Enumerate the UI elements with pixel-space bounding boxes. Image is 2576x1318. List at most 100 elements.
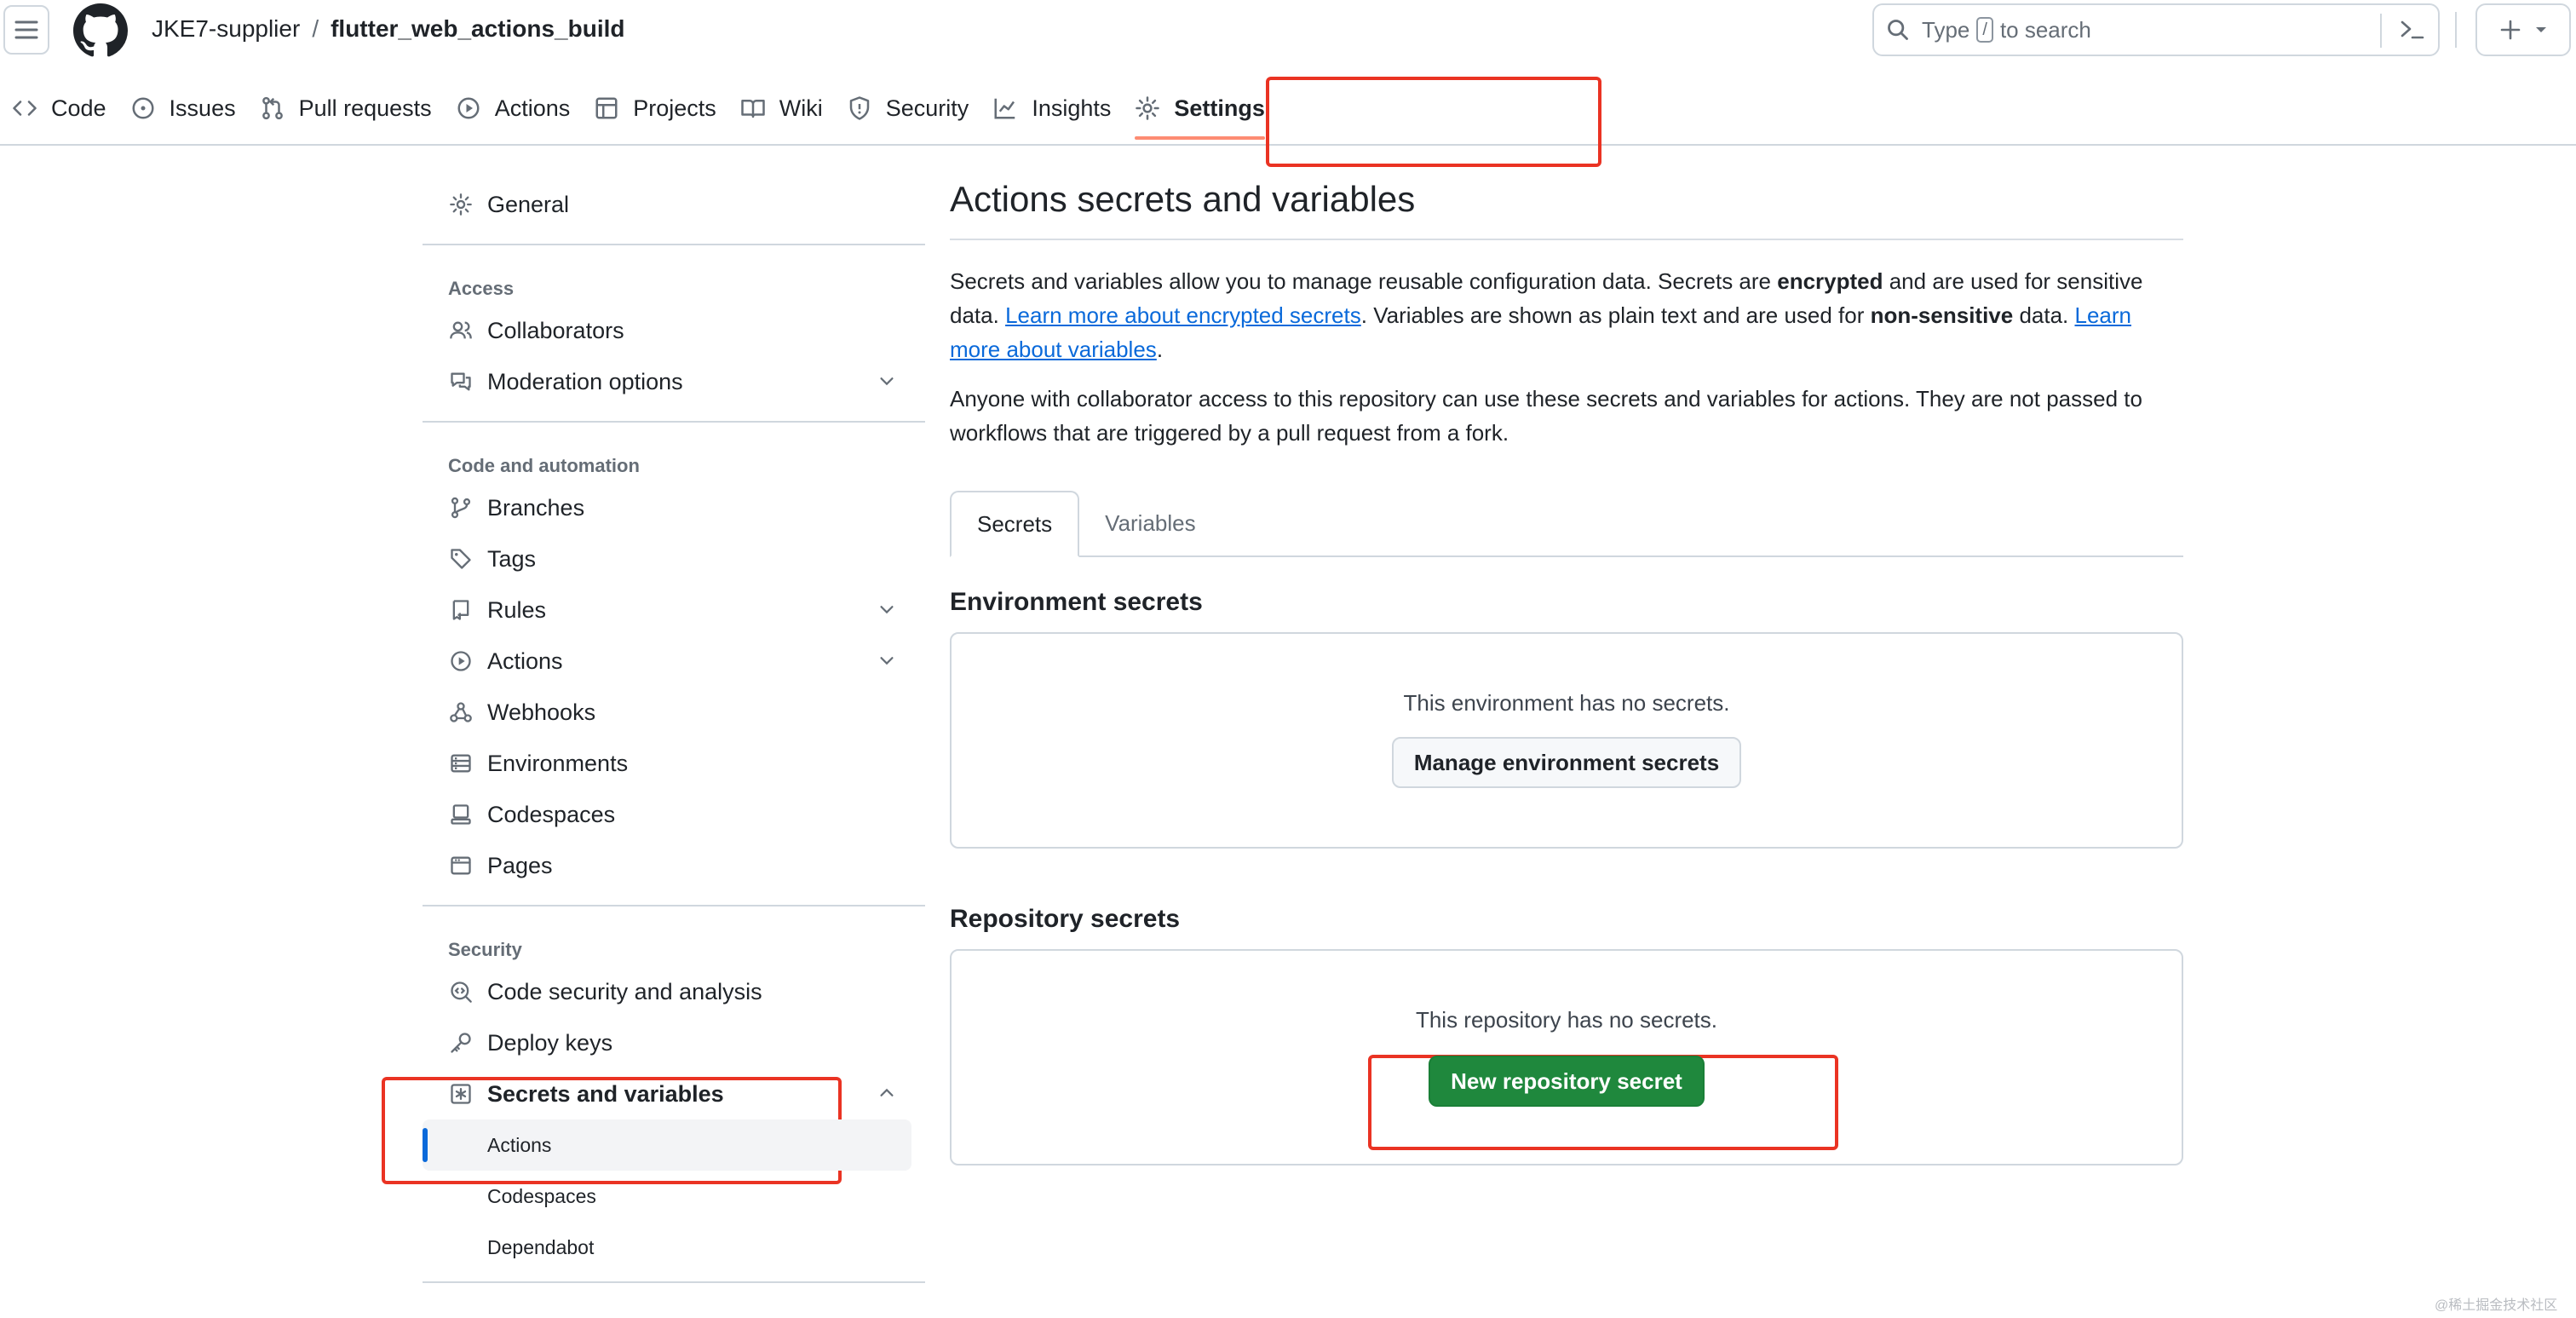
sidebar-heading-access: Access: [448, 278, 515, 299]
sidebar-item-label: Collaborators: [487, 317, 624, 343]
tab-insights-label: Insights: [1032, 95, 1112, 121]
sidebar-divider: [423, 421, 925, 423]
sidebar-item-code-security[interactable]: Code security and analysis: [423, 966, 925, 1017]
tab-issues[interactable]: Issues: [118, 78, 248, 138]
browser-icon: [448, 853, 474, 878]
repository-secrets-box: This repository has no secrets. New repo…: [950, 949, 2183, 1165]
tab-issues-label: Issues: [169, 95, 236, 121]
people-icon: [448, 318, 474, 343]
tab-security-label: Security: [885, 95, 969, 121]
tab-pull-requests-label: Pull requests: [298, 95, 432, 121]
sidebar-item-moderation[interactable]: Moderation options: [423, 356, 925, 407]
sidebar-subitem-label: Actions: [487, 1133, 552, 1156]
codespaces-icon: [448, 802, 474, 827]
key-icon: [448, 1030, 474, 1056]
tab-actions[interactable]: Actions: [444, 78, 583, 138]
search-input[interactable]: Type / to search: [1872, 3, 2440, 56]
sidebar-item-actions[interactable]: Actions: [423, 636, 925, 687]
new-repository-secret-button[interactable]: New repository secret: [1429, 1056, 1705, 1107]
description-text: Secrets and variables allow you to manag…: [950, 268, 1778, 294]
sidebar-item-tags[interactable]: Tags: [423, 533, 925, 584]
tab-projects[interactable]: Projects: [582, 78, 728, 138]
codescan-icon: [448, 979, 474, 1004]
git-branch-icon: [448, 495, 474, 521]
manage-environment-secrets-button[interactable]: Manage environment secrets: [1391, 737, 1742, 788]
tab-actions-label: Actions: [494, 95, 571, 121]
sidebar-item-environments[interactable]: Environments: [423, 738, 925, 789]
sidebar-item-codespaces[interactable]: Codespaces: [423, 789, 925, 840]
description-text: data.: [2013, 302, 2075, 328]
tab-projects-label: Projects: [633, 95, 716, 121]
menu-button[interactable]: [3, 5, 49, 55]
repo-tabs: Code Issues Pull requests Actions Projec…: [0, 78, 1277, 145]
sidebar-item-collaborators[interactable]: Collaborators: [423, 305, 925, 356]
github-logo-icon[interactable]: [73, 3, 128, 58]
sidebar-item-label: General: [487, 191, 570, 217]
key-asterisk-icon: [448, 1081, 474, 1107]
repo-name-link[interactable]: flutter_web_actions_build: [331, 15, 624, 43]
search-placeholder: Type / to search: [1922, 17, 2091, 43]
tab-secrets[interactable]: Secrets: [950, 491, 1080, 557]
description-text: .: [1156, 337, 1164, 362]
graph-icon: [994, 98, 1015, 119]
sidebar-subitem-codespaces[interactable]: Codespaces: [423, 1171, 925, 1222]
tab-variables[interactable]: Variables: [1079, 491, 1221, 555]
sidebar-item-general[interactable]: General: [423, 179, 925, 230]
issue-opened-icon: [132, 97, 154, 119]
secrets-variables-tabs: Secrets Variables: [950, 491, 2183, 557]
gear-icon: [448, 192, 474, 217]
breadcrumb-separator: /: [312, 15, 319, 42]
sidebar-divider: [423, 244, 925, 245]
sidebar-item-label: Secrets and variables: [487, 1080, 724, 1107]
tab-pull-requests[interactable]: Pull requests: [248, 78, 444, 138]
chevron-down-icon: [880, 606, 894, 614]
sidebar-item-label: Codespaces: [487, 801, 616, 827]
tab-settings-label: Settings: [1174, 95, 1265, 121]
sidebar-item-webhooks[interactable]: Webhooks: [423, 687, 925, 738]
tab-wiki[interactable]: Wiki: [728, 78, 835, 138]
sidebar-divider: [423, 905, 925, 906]
description-text: . Variables are shown as plain text and …: [1360, 302, 1871, 328]
main-content: Actions secrets and variables Secrets an…: [950, 179, 2183, 1165]
environment-empty-message: This environment has no secrets.: [1403, 690, 1730, 716]
create-new-button[interactable]: [2475, 3, 2571, 56]
tab-security[interactable]: Security: [835, 78, 981, 138]
sidebar-subitem-label: Dependabot: [487, 1235, 595, 1258]
search-icon: [1888, 20, 1908, 40]
search-shortcut-key: /: [1976, 17, 1993, 43]
encrypted-secrets-link[interactable]: Learn more about encrypted secrets: [1005, 302, 1361, 328]
shield-icon: [849, 96, 870, 120]
sidebar-item-deploy-keys[interactable]: Deploy keys: [423, 1017, 925, 1068]
watermark: @稀土掘金技术社区: [2435, 1298, 2558, 1313]
description-bold: encrypted: [1777, 268, 1883, 294]
sidebar-subitem-dependabot[interactable]: Dependabot: [423, 1222, 925, 1273]
play-icon: [448, 648, 474, 674]
sidebar-item-pages[interactable]: Pages: [423, 840, 925, 891]
triangle-down-icon: [2536, 27, 2546, 32]
book-icon: [741, 100, 765, 118]
sidebar-item-label: Environments: [487, 750, 629, 776]
chevron-up-icon: [880, 1088, 894, 1096]
sidebar-item-rules[interactable]: Rules: [423, 584, 925, 636]
plus-icon: [2500, 20, 2521, 40]
page-title: Actions secrets and variables: [950, 179, 2183, 240]
repo-push-icon: [448, 597, 474, 623]
comment-discussion-icon: [448, 369, 474, 394]
chevron-down-icon: [880, 377, 894, 386]
search-prefix: Type: [1922, 16, 1970, 43]
repo-owner-link[interactable]: JKE7-supplier: [152, 15, 300, 43]
sidebar-item-label: Pages: [487, 852, 553, 878]
tab-settings[interactable]: Settings: [1123, 78, 1277, 140]
sidebar-item-secrets[interactable]: Secrets and variables: [423, 1068, 925, 1119]
global-header: JKE7-supplier / flutter_web_actions_buil…: [0, 0, 2576, 146]
sidebar-subitem-actions[interactable]: Actions: [423, 1119, 911, 1171]
sidebar-item-branches[interactable]: Branches: [423, 482, 925, 533]
webhook-icon: [448, 699, 474, 725]
sidebar-heading-security: Security: [448, 939, 522, 960]
tab-insights[interactable]: Insights: [980, 78, 1123, 138]
command-palette-icon[interactable]: [2399, 17, 2426, 43]
sidebar-item-label: Actions: [487, 647, 563, 674]
environment-secrets-heading: Environment secrets: [950, 588, 1203, 616]
tab-code[interactable]: Code: [0, 78, 118, 138]
description-bold: non-sensitive: [1870, 302, 2014, 328]
